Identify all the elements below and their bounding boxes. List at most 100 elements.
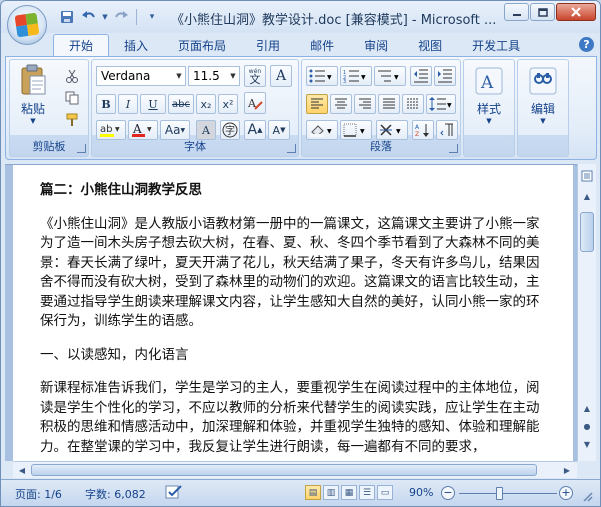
font-size-dropdown-icon[interactable]: ▼ [227, 67, 239, 85]
print-layout-icon[interactable]: ▤ [305, 485, 321, 500]
italic-button[interactable]: I [118, 94, 138, 114]
undo-icon[interactable] [79, 7, 99, 27]
phonetic-guide-button[interactable]: wén 文 [244, 65, 266, 87]
proofing-icon[interactable] [165, 484, 183, 503]
font-name-dropdown-icon[interactable]: ▼ [173, 67, 185, 85]
line-spacing-icon[interactable]: ▼ [426, 94, 456, 114]
scroll-up-icon[interactable]: ▲ [579, 188, 595, 204]
horizontal-scroll-thumb[interactable] [31, 464, 537, 476]
vertical-scroll-thumb[interactable] [580, 212, 594, 252]
copy-icon[interactable] [62, 88, 82, 108]
resize-grip-icon[interactable] [581, 490, 593, 505]
next-page-icon[interactable]: ▼ [579, 436, 595, 452]
outline-view-icon[interactable]: ☰ [359, 485, 375, 500]
change-case-button[interactable]: Aa ▼ [160, 120, 190, 140]
shrink-font-button[interactable]: A ▼ [268, 120, 290, 140]
office-button[interactable] [7, 5, 47, 45]
customize-qat-icon[interactable]: ▾ [142, 7, 162, 27]
borders-icon[interactable]: ▼ [340, 120, 372, 140]
word-count-status[interactable]: 字数: 6,082 [85, 486, 146, 502]
align-left-icon[interactable] [306, 94, 328, 114]
window-controls [504, 3, 596, 21]
svg-text:A: A [480, 73, 494, 93]
decrease-indent-icon[interactable] [410, 66, 432, 86]
bullets-icon[interactable]: ▼ [306, 66, 338, 86]
tab-references[interactable]: 引用 [241, 34, 295, 56]
increase-indent-icon[interactable] [434, 66, 456, 86]
font-size-combo[interactable]: 11.5 ▼ [188, 66, 240, 86]
undo-dropdown-icon[interactable]: ▼ [101, 7, 109, 27]
cut-icon[interactable] [62, 66, 82, 86]
editing-button[interactable]: 编辑 ▼ [522, 66, 564, 125]
text-highlight-button[interactable]: ab ▼ [96, 120, 126, 140]
chinese-layout-icon[interactable]: ▼ [376, 120, 408, 140]
shading-icon[interactable]: ▼ [306, 120, 338, 140]
tab-review[interactable]: 审阅 [349, 34, 403, 56]
help-icon[interactable]: ? [579, 37, 594, 52]
clear-format-button[interactable]: A [270, 65, 292, 87]
document-body[interactable]: 篇二：小熊住山洞教学反思 《小熊住山洞》是人教版小语教材第一册中的一篇课文，这篇… [40, 181, 540, 462]
tab-insert[interactable]: 插入 [109, 34, 163, 56]
show-marks-icon[interactable] [436, 120, 458, 140]
underline-button[interactable]: U [140, 94, 166, 114]
tab-developer[interactable]: 开发工具 [457, 34, 535, 56]
tab-page-layout[interactable]: 页面布局 [163, 34, 241, 56]
save-icon[interactable] [57, 7, 77, 27]
zoom-slider[interactable] [459, 493, 557, 494]
align-right-icon[interactable] [354, 94, 376, 114]
horizontal-scrollbar[interactable]: ◀ ▶ [13, 461, 577, 478]
format-painter-icon[interactable] [62, 110, 82, 130]
doc-paragraph: 一、以读感知，内化语言 [40, 346, 189, 363]
close-icon[interactable] [556, 3, 596, 21]
paste-button[interactable]: 粘贴 ▼ [16, 64, 50, 125]
minimize-icon[interactable] [504, 3, 529, 21]
clipboard-dialog-launcher-icon[interactable] [77, 144, 86, 153]
select-browse-object-icon[interactable]: ● [579, 418, 595, 434]
editing-label: 编辑 [530, 102, 555, 116]
vertical-scrollbar[interactable]: ▲ ▲ ● ▼ [577, 164, 596, 461]
sort-icon[interactable]: AZ [412, 120, 434, 140]
styles-button[interactable]: A 样式 ▼ [468, 66, 510, 125]
view-buttons: ▤ ▥ ▦ ☰ ▭ [305, 485, 393, 500]
enclose-characters-button[interactable]: 字 [220, 120, 240, 140]
scroll-left-icon[interactable]: ◀ [14, 462, 30, 478]
full-screen-reading-icon[interactable]: ▥ [323, 485, 339, 500]
clear-formatting-icon[interactable]: A [244, 92, 266, 114]
svg-text:▼: ▼ [115, 126, 120, 133]
maximize-icon[interactable] [530, 3, 555, 21]
subscript-button[interactable]: x₂ [196, 94, 216, 114]
superscript-button[interactable]: x² [218, 94, 238, 114]
svg-text:▼: ▼ [327, 74, 332, 81]
paste-icon [21, 64, 46, 95]
tab-mailings[interactable]: 邮件 [295, 34, 349, 56]
bold-button[interactable]: B [96, 94, 116, 114]
page-count-status[interactable]: 页面: 1/6 [15, 486, 62, 502]
draft-view-icon[interactable]: ▭ [377, 485, 393, 500]
zoom-in-icon[interactable]: + [559, 486, 573, 500]
multilevel-list-icon[interactable]: ▼ [374, 66, 406, 86]
zoom-level[interactable]: 90% [409, 486, 433, 499]
redo-icon[interactable] [111, 7, 131, 27]
font-color-button[interactable]: A ▼ [128, 120, 158, 140]
font-dialog-launcher-icon[interactable] [287, 144, 296, 153]
svg-text:▼: ▼ [361, 74, 366, 81]
grow-font-button[interactable]: A ▲ [244, 120, 266, 140]
strikethrough-button[interactable]: abc [168, 94, 194, 114]
document-page[interactable]: 篇二：小熊住山洞教学反思 《小熊住山洞》是人教版小语教材第一册中的一篇课文，这篇… [13, 165, 573, 462]
font-name-combo[interactable]: Verdana ▼ [96, 66, 186, 86]
tab-home[interactable]: 开始 [53, 34, 110, 56]
zoom-slider-thumb[interactable] [496, 487, 503, 500]
web-layout-icon[interactable]: ▦ [341, 485, 357, 500]
character-shading-button[interactable]: A [196, 120, 216, 140]
svg-text:▼: ▼ [147, 126, 152, 133]
previous-page-icon[interactable]: ▲ [579, 400, 595, 416]
scroll-right-icon[interactable]: ▶ [559, 462, 575, 478]
paragraph-dialog-launcher-icon[interactable] [449, 144, 458, 153]
justify-icon[interactable] [378, 94, 400, 114]
distributed-icon[interactable] [402, 94, 424, 114]
tab-view[interactable]: 视图 [403, 34, 457, 56]
align-center-icon[interactable] [330, 94, 352, 114]
numbering-icon[interactable]: 1 2 3 ▼ [340, 66, 372, 86]
view-ruler-icon[interactable] [579, 168, 595, 184]
zoom-out-icon[interactable]: − [441, 486, 455, 500]
